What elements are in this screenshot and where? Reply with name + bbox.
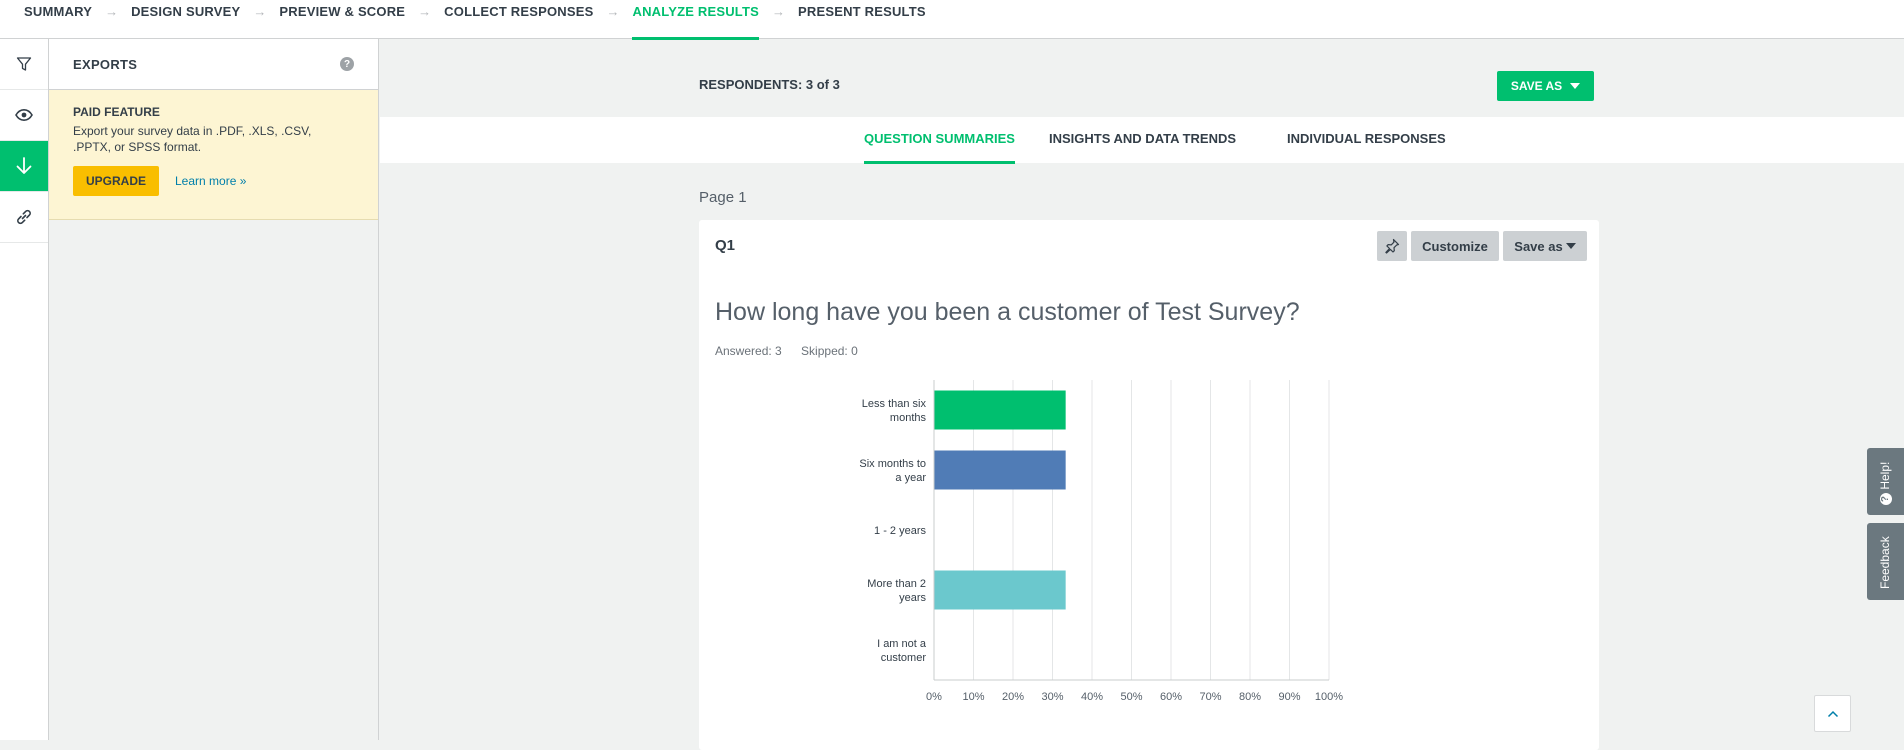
x-tick-label: 0% <box>926 691 942 703</box>
feedback-label: Feedback <box>1878 536 1892 589</box>
step-summary[interactable]: SUMMARY <box>24 0 92 39</box>
step-design-survey[interactable]: DESIGN SURVEY <box>131 0 240 39</box>
category-label: 1 - 2 years <box>874 525 926 537</box>
caret-down-icon <box>1565 243 1576 249</box>
eye-icon <box>15 108 33 122</box>
help-circle-icon[interactable]: ? <box>340 57 354 71</box>
answered-count: Answered: 3 <box>715 344 782 358</box>
wizard-nav: SUMMARY → DESIGN SURVEY → PREVIEW & SCOR… <box>0 0 1904 40</box>
paid-feature-text: Export your survey data in .PDF, .XLS, .… <box>73 124 312 154</box>
bar <box>934 390 1066 430</box>
help-tab[interactable]: ? Help! <box>1867 448 1904 515</box>
results-tabs: QUESTION SUMMARIES INSIGHTS AND DATA TRE… <box>380 117 1904 164</box>
step-present-results[interactable]: PRESENT RESULTS <box>798 0 926 39</box>
x-tick-label: 20% <box>1002 691 1024 703</box>
skipped-count: Skipped: 0 <box>801 344 858 358</box>
step-preview-score[interactable]: PREVIEW & SCORE <box>279 0 405 39</box>
pin-button[interactable] <box>1377 231 1407 261</box>
panel-header: EXPORTS ? <box>49 39 378 90</box>
x-tick-label: 40% <box>1081 691 1103 703</box>
question-text: How long have you been a customer of Tes… <box>715 298 1300 326</box>
link-icon <box>17 209 31 225</box>
help-label: ? Help! <box>1878 462 1892 505</box>
category-label: I am not a customer <box>877 638 927 664</box>
feedback-tab[interactable]: Feedback <box>1867 523 1904 600</box>
x-tick-label: 100% <box>1315 691 1343 703</box>
x-tick-label: 70% <box>1199 691 1221 703</box>
category-label: More than 2 years <box>867 578 926 604</box>
save-as-label: SAVE AS <box>1510 79 1563 93</box>
customize-button[interactable]: Customize <box>1411 231 1499 261</box>
panel-title: EXPORTS <box>73 56 138 72</box>
pin-icon <box>1385 238 1400 254</box>
x-tick-label: 10% <box>962 691 984 703</box>
x-tick-label: 90% <box>1278 691 1300 703</box>
tab-insights-data-trends[interactable]: INSIGHTS AND DATA TRENDS <box>1049 131 1236 146</box>
step-arrow-icon: → <box>418 4 432 19</box>
question-number: Q1 <box>715 237 736 254</box>
step-analyze-results[interactable]: ANALYZE RESULTS <box>632 0 759 40</box>
question-save-as-button[interactable]: Save as <box>1503 231 1587 261</box>
bar-chart: 0% 10% 20% 30% 40% 50% 60% 70% 80% 90% 100% Less th… <box>859 380 1343 703</box>
filter-button[interactable] <box>0 39 48 90</box>
question-save-as-label: Save as <box>1514 238 1563 254</box>
x-tick-label: 30% <box>1041 691 1063 703</box>
page-label: Page 1 <box>699 189 747 206</box>
x-tick-label: 50% <box>1120 691 1142 703</box>
category-label: Less than six months <box>862 398 927 424</box>
help-circle-icon: ? <box>1879 493 1892 505</box>
learn-more-link[interactable]: Learn more » <box>175 174 246 188</box>
category-label: Six months to a year <box>859 458 926 484</box>
bar <box>934 450 1066 490</box>
download-arrow-icon <box>16 157 32 174</box>
chevron-up-icon <box>1827 710 1838 717</box>
exports-button[interactable] <box>0 141 48 192</box>
step-arrow-icon: → <box>772 4 785 19</box>
respondents-count: RESPONDENTS: 3 of 3 <box>699 77 840 92</box>
step-arrow-icon: → <box>606 4 620 19</box>
save-as-button[interactable]: SAVE AS <box>1497 71 1594 101</box>
tab-question-summaries[interactable]: QUESTION SUMMARIES <box>864 131 1015 164</box>
tool-rail <box>0 39 49 740</box>
step-arrow-icon: → <box>105 4 119 19</box>
upgrade-button[interactable]: UPGRADE <box>73 166 159 196</box>
tab-individual-responses[interactable]: INDIVIDUAL RESPONSES <box>1287 131 1446 146</box>
step-arrow-icon: → <box>253 4 267 19</box>
paid-feature-title: PAID FEATURE <box>73 105 160 119</box>
question-card: Q1 Customize Save as How long have you b… <box>699 220 1599 750</box>
help-text: Help! <box>1878 461 1892 490</box>
paid-feature-box: PAID FEATURE Export your survey data in … <box>49 90 378 220</box>
view-button[interactable] <box>0 90 48 141</box>
exports-panel: EXPORTS ? PAID FEATURE Export your surve… <box>49 39 379 740</box>
question-stats: Answered: 3 Skipped: 0 <box>715 344 858 358</box>
x-tick-label: 80% <box>1239 691 1261 703</box>
filter-icon <box>16 57 32 71</box>
step-collect-responses[interactable]: COLLECT RESPONSES <box>444 0 593 39</box>
scroll-to-top-button[interactable] <box>1814 695 1851 732</box>
share-link-button[interactable] <box>0 192 48 243</box>
x-tick-label: 60% <box>1160 691 1182 703</box>
caret-down-icon <box>1570 83 1581 89</box>
bar <box>934 570 1066 610</box>
